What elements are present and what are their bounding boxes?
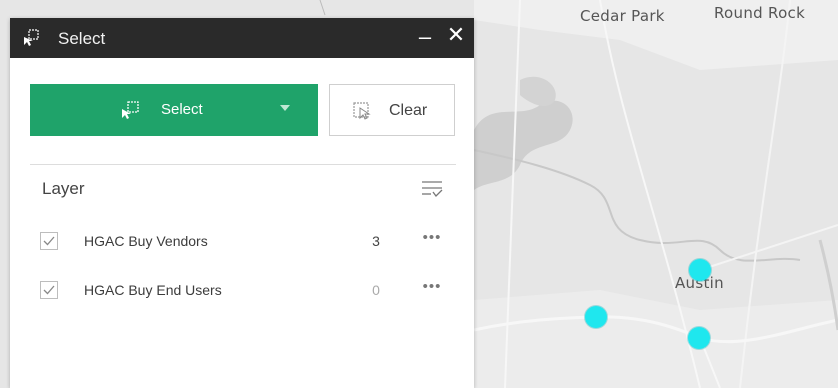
map-point-marker[interactable] [688, 327, 710, 349]
layer-name: HGAC Buy Vendors [84, 233, 208, 249]
layer-row: HGAC Buy Vendors 3 ••• [40, 229, 460, 257]
select-panel: Select – ✕ Select Clear Layer HGAC Buy V [10, 18, 474, 388]
close-button[interactable]: ✕ [444, 22, 468, 50]
dropdown-caret-icon[interactable] [280, 105, 290, 111]
layer-header: Layer [42, 179, 85, 198]
map-point-marker[interactable] [689, 259, 711, 281]
select-tool-icon [122, 101, 139, 119]
layer-checkbox[interactable] [40, 232, 58, 250]
clear-button-label: Clear [389, 102, 428, 119]
map-point-marker[interactable] [585, 306, 607, 328]
layer-checkbox[interactable] [40, 281, 58, 299]
layer-row: HGAC Buy End Users 0 ••• [40, 278, 460, 306]
select-tool-icon [24, 29, 39, 46]
filter-list-icon[interactable] [420, 177, 444, 201]
panel-title: Select [58, 29, 106, 48]
map-label-cedar-park: Cedar Park [580, 7, 665, 25]
check-icon [43, 285, 55, 295]
layer-count: 0 [372, 282, 380, 298]
map-label-round-rock: Round Rock [714, 4, 806, 22]
select-button[interactable]: Select [30, 84, 318, 136]
layer-name: HGAC Buy End Users [84, 282, 222, 298]
clear-button[interactable]: Clear [329, 84, 455, 136]
divider [30, 164, 456, 165]
minimize-button[interactable]: – [414, 24, 436, 50]
more-options-icon[interactable]: ••• [419, 229, 445, 253]
panel-titlebar[interactable]: Select – ✕ [10, 18, 474, 58]
check-icon [43, 236, 55, 246]
select-button-label: Select [161, 101, 203, 118]
clear-selection-icon [353, 102, 371, 120]
layer-count: 3 [372, 233, 380, 249]
more-options-icon[interactable]: ••• [419, 278, 445, 302]
